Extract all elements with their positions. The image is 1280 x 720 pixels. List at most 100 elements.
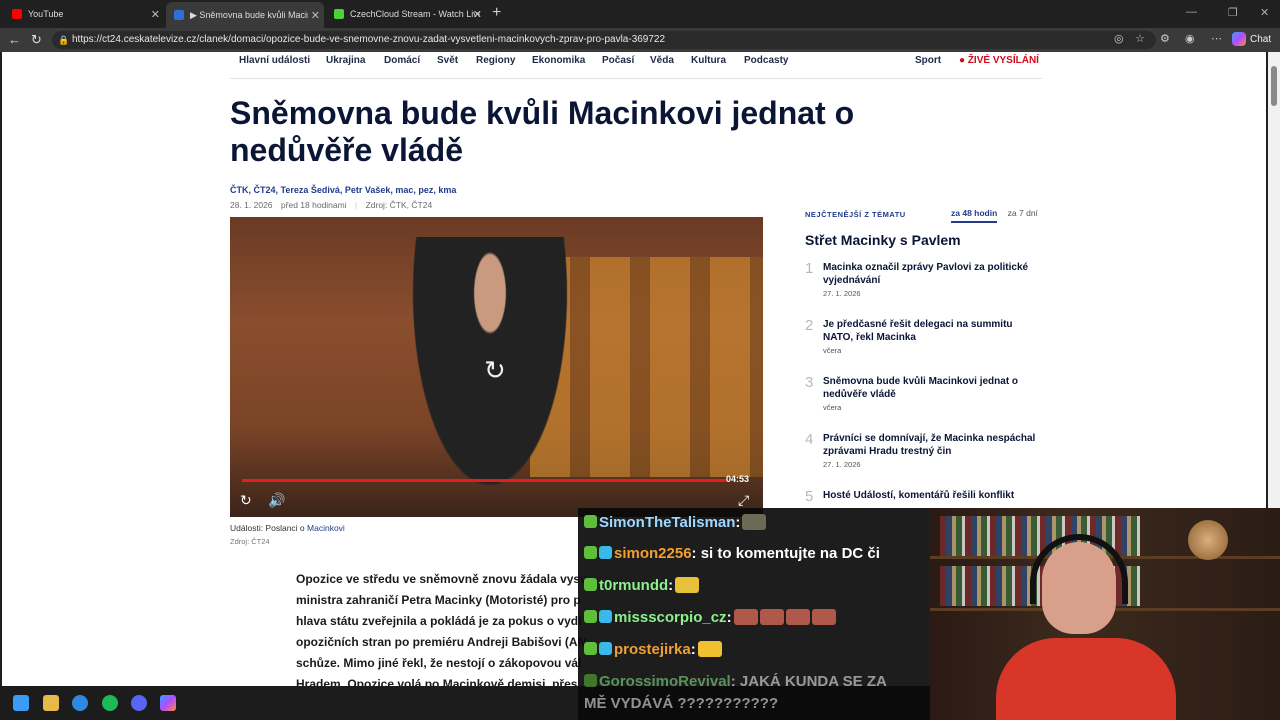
article-title: Sněmovna bude kvůli Macinkovi jednat o n… (230, 95, 855, 168)
emote-icon (785, 609, 810, 625)
item-date: 27. 1. 2026 (823, 289, 861, 298)
chat-message: MĚ VYDÁVÁ ??????????? (584, 695, 778, 712)
youtube-icon (12, 9, 22, 19)
replay-icon[interactable]: ↻ (484, 355, 506, 386)
reader-icon[interactable]: ◎ (1114, 32, 1124, 45)
nav-svet[interactable]: Svět (437, 55, 458, 66)
chat-label: Chat (1250, 33, 1272, 45)
relative-time: před 18 hodinami (280, 200, 347, 210)
item-date: včera (823, 346, 842, 355)
nav-live-broadcast[interactable]: ● ŽIVÉ VYSÍLÁNÍ (959, 55, 1039, 66)
fullscreen-icon[interactable]: ⤢ (738, 492, 749, 509)
site-info-icon[interactable]: 🔒 (58, 31, 69, 49)
video-player[interactable]: ↻ 04:53 ↻ 🔊 ⤢ (230, 217, 763, 517)
emote-icon (759, 609, 784, 625)
url-field[interactable]: 🔒 https://ct24.ceskatelevize.cz/clanek/d… (52, 31, 1156, 49)
close-icon[interactable]: ✕ (151, 8, 160, 21)
video-progress-bar[interactable] (242, 479, 728, 482)
streamer-shirt (996, 638, 1176, 720)
tab-48-hours[interactable]: za 48 hodin (951, 208, 998, 223)
emote-icon (742, 514, 767, 530)
tab-youtube[interactable]: YouTube ✕ (4, 4, 164, 24)
nav-ukrajina[interactable]: Ukrajina (326, 55, 365, 66)
item-title[interactable]: Hosté Událostí, komentářů řešili konflik… (823, 489, 1041, 502)
nav-pocasi[interactable]: Počasí (602, 55, 634, 66)
volume-icon[interactable]: 🔊 (268, 492, 285, 509)
emote-icon (733, 609, 758, 625)
nav-veda[interactable]: Věda (650, 55, 674, 66)
article-line: schůze. Mimo jiné řekl, že nestojí o zák… (296, 656, 582, 670)
edge-browser-icon[interactable] (72, 695, 88, 711)
article-line: Hradem. Opozice volá po Macinkově demisi… (296, 677, 578, 686)
caption-link[interactable]: Macinkovi (307, 523, 345, 533)
back-icon[interactable]: ← (8, 32, 21, 47)
article-authors[interactable]: ČTK, ČT24, Tereza Šedivá, Petr Vašek, ma… (230, 185, 456, 195)
tab-ct24[interactable]: ▶ Sněmovna bude kvůli Macinkov ✕ (166, 2, 324, 28)
sub-badge-icon (584, 546, 597, 559)
profile-avatar[interactable]: ◉ (1185, 32, 1195, 45)
site-navigation: Hlavní události Ukrajina Domácí Svět Reg… (230, 52, 1042, 79)
file-explorer-icon[interactable] (43, 695, 59, 711)
caption-source: Zdroj: ČT24 (230, 537, 270, 546)
sidebar-title[interactable]: Střet Macinky s Pavlem (805, 232, 961, 248)
chat-text: si to komentujte na DC či (700, 545, 880, 562)
windows-start-icon[interactable] (13, 695, 29, 711)
emote-icon (675, 577, 700, 593)
close-icon[interactable]: ✕ (473, 8, 482, 21)
chat-message: t0rmundd: (584, 577, 700, 594)
nav-podcasty[interactable]: Podcasty (744, 55, 788, 66)
item-date: 27. 1. 2026 (823, 460, 861, 469)
sub-badge-icon (584, 515, 597, 528)
sidebar-tabs: za 48 hodin za 7 dní (951, 208, 1038, 223)
chat-text: JAKÁ KUNDA SE ZA (739, 673, 887, 690)
nav-domaci[interactable]: Domácí (384, 55, 420, 66)
cube-badge-icon (599, 546, 612, 559)
item-title[interactable]: Sněmovna bude kvůli Macinkovi jednat o n… (823, 375, 1041, 401)
menu-dots-icon[interactable]: ⋯ (1211, 32, 1222, 45)
close-window-icon[interactable]: ✕ (1260, 6, 1269, 19)
tab-czechcloud[interactable]: CzechCloud Stream - Watch Live o ✕ (326, 4, 486, 24)
article-body: Opozice ve středu ve sněmovně znovu žáda… (296, 569, 596, 686)
item-title[interactable]: Právníci se domnívají, že Macinka nespác… (823, 432, 1041, 458)
discord-icon[interactable] (131, 695, 147, 711)
chat-username: missscorpio_cz (614, 609, 727, 626)
nav-regiony[interactable]: Regiony (476, 55, 515, 66)
chat-message: simon2256: si to komentujte na DC či (584, 545, 880, 562)
refresh-icon[interactable]: ↻ (31, 32, 42, 48)
chat-username: SimonTheTalisman (599, 514, 736, 531)
nav-sport[interactable]: Sport (915, 55, 941, 66)
item-number: 5 (805, 488, 814, 505)
chat-message: missscorpio_cz: (584, 609, 836, 626)
copilot-taskbar-icon[interactable] (160, 695, 176, 711)
replay-small-icon[interactable]: ↻ (240, 492, 252, 509)
streamer-webcam (930, 508, 1280, 720)
minimize-icon[interactable]: — (1186, 6, 1197, 18)
extensions-icon[interactable]: ⚙ (1160, 32, 1170, 45)
tab-title: ▶ Sněmovna bude kvůli Macinkov (190, 9, 308, 20)
item-title[interactable]: Macinka označil zprávy Pavlovi za politi… (823, 261, 1041, 287)
czechcloud-icon (334, 9, 344, 19)
chat-username: GorossimoRevival (599, 673, 731, 690)
maximize-icon[interactable]: ❐ (1228, 6, 1238, 19)
chat-message: prostejirka: (584, 641, 722, 658)
nav-ekonomika[interactable]: Ekonomika (532, 55, 585, 66)
tab-7-days[interactable]: za 7 dní (1008, 208, 1038, 218)
spotify-icon[interactable] (102, 695, 118, 711)
scrollbar-thumb[interactable] (1271, 66, 1277, 106)
favorite-star-icon[interactable]: ☆ (1135, 32, 1145, 45)
sub-badge-icon (584, 578, 597, 591)
item-number: 4 (805, 431, 814, 448)
nav-kultura[interactable]: Kultura (691, 55, 726, 66)
chat-username: prostejirka (614, 641, 691, 658)
new-tab-button[interactable]: + (492, 4, 501, 22)
close-icon[interactable]: ✕ (311, 9, 320, 22)
item-number: 3 (805, 374, 814, 391)
cube-badge-icon (599, 642, 612, 655)
copilot-chat-button[interactable]: Chat (1232, 32, 1271, 46)
nav-hlavni-udalosti[interactable]: Hlavní události (239, 55, 310, 66)
url-text: https://ct24.ceskatelevize.cz/clanek/dom… (72, 34, 666, 45)
stream-chat-overlay: SimonTheTalisman: simon2256: si to komen… (578, 508, 930, 720)
item-title[interactable]: Je předčasné řešit delegaci na summitu N… (823, 318, 1041, 344)
chat-username: t0rmundd (599, 577, 669, 594)
sub-badge-icon (584, 674, 597, 687)
